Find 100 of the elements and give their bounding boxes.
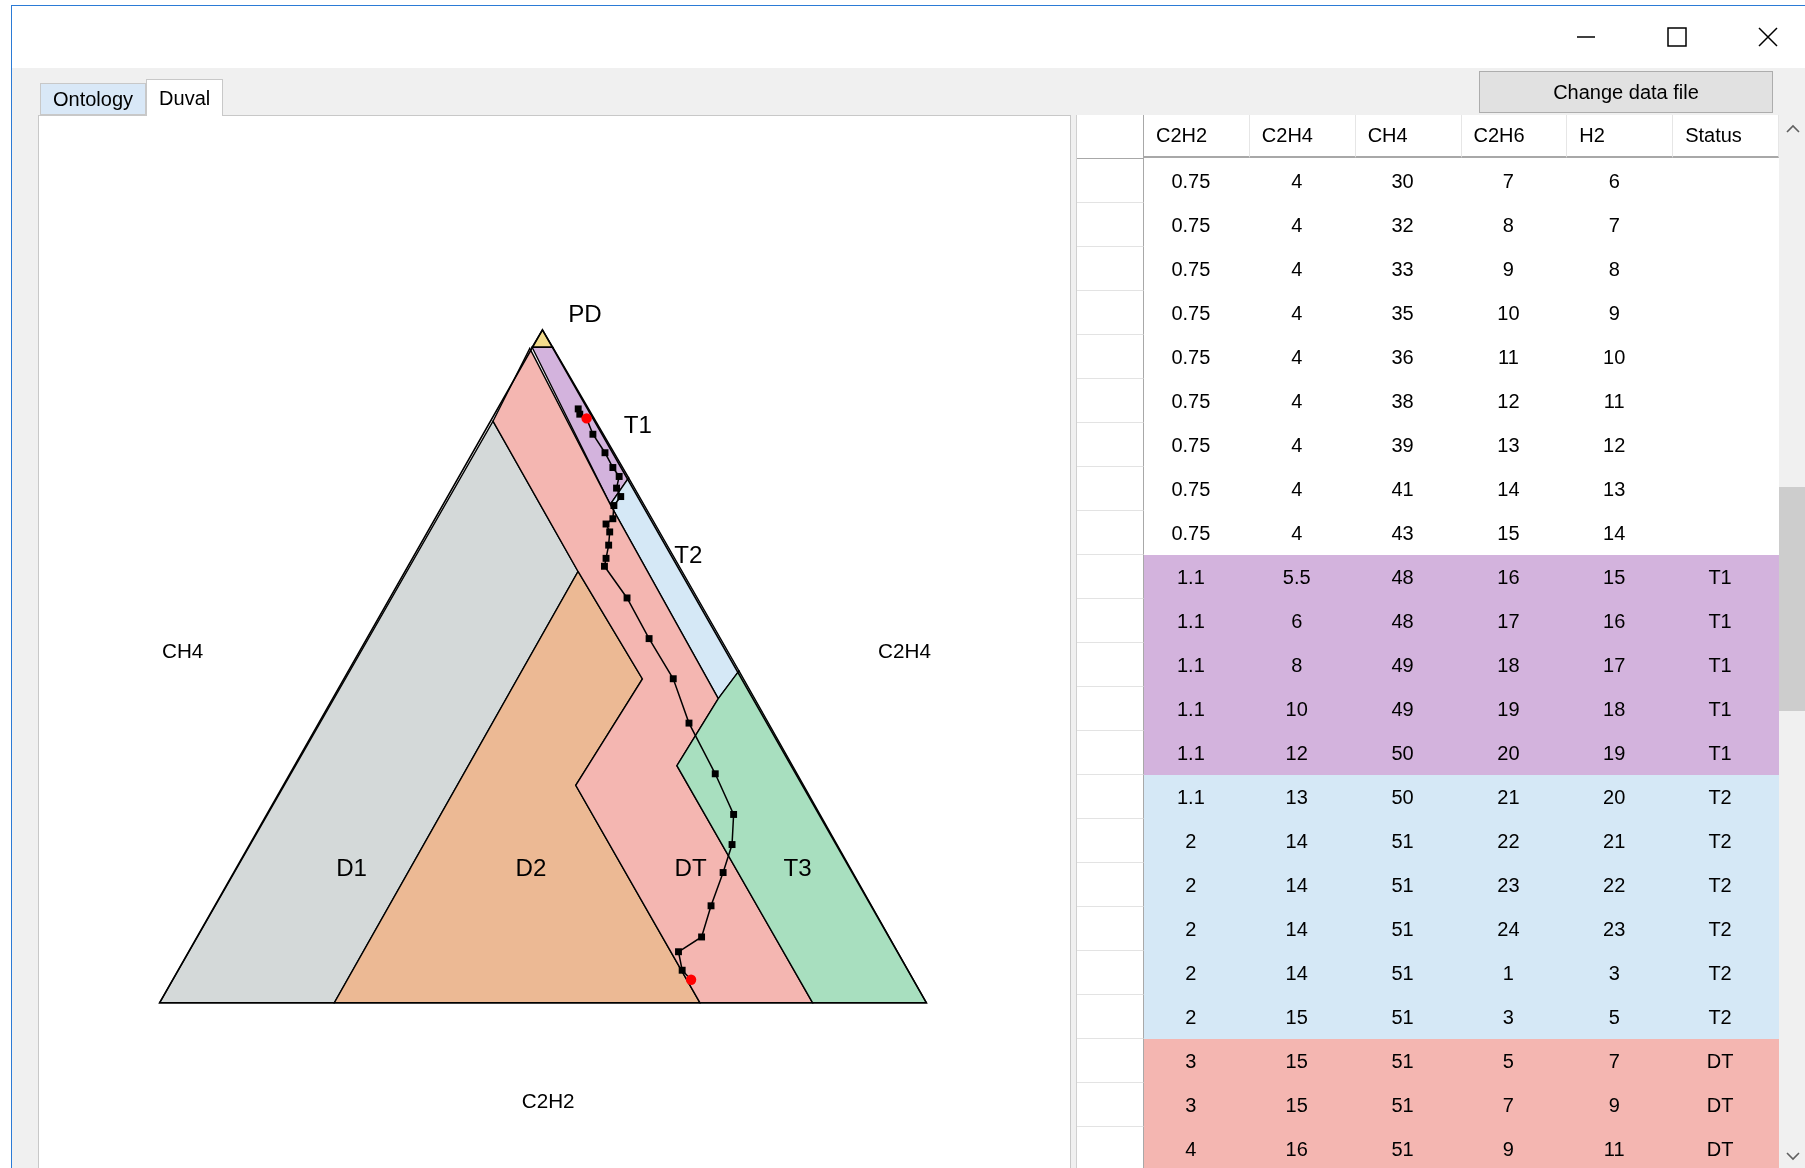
- table-cell: 1.1: [1177, 741, 1205, 765]
- status-cell: T1: [1708, 697, 1732, 721]
- row-header[interactable]: [1077, 687, 1144, 731]
- row-header[interactable]: [1077, 555, 1144, 599]
- row-header[interactable]: [1077, 863, 1144, 907]
- region-label: DT: [674, 853, 707, 881]
- scrollbar[interactable]: [1779, 115, 1805, 1168]
- table-cell: 2: [1185, 961, 1197, 985]
- table-cell: 41: [1391, 477, 1414, 501]
- table-cell: 0.75: [1171, 213, 1211, 237]
- table-cell: 8: [1291, 653, 1303, 677]
- scroll-thumb[interactable]: [1779, 487, 1805, 711]
- table-cell: 4: [1291, 389, 1303, 413]
- status-cell: T2: [1708, 785, 1732, 809]
- table-cell: 4: [1291, 433, 1303, 457]
- table-cell: 0.75: [1171, 301, 1211, 325]
- row-header[interactable]: [1077, 1083, 1144, 1127]
- row-header[interactable]: [1077, 731, 1144, 775]
- table-row[interactable]: 1.1 5.5 48 16 15 T1: [1144, 555, 1779, 599]
- row-header[interactable]: [1077, 423, 1144, 467]
- row-header[interactable]: [1077, 467, 1144, 511]
- table-cell: 1.1: [1177, 697, 1205, 721]
- row-header[interactable]: [1077, 599, 1144, 643]
- table-cell: 8: [1608, 257, 1620, 281]
- table-row[interactable]: 3 15 51 7 9 DT: [1144, 1083, 1779, 1127]
- table-cell: 9: [1502, 1137, 1514, 1161]
- table-cell: 4: [1291, 345, 1303, 369]
- table-cell: 35: [1391, 301, 1414, 325]
- row-header[interactable]: [1077, 291, 1144, 335]
- change-data-file-button[interactable]: Change data file: [1479, 71, 1773, 113]
- table-row[interactable]: 2 15 51 3 5 T2: [1144, 995, 1779, 1039]
- table-cell: 14: [1285, 961, 1308, 985]
- tab[interactable]: Ontology: [40, 83, 147, 115]
- table-row[interactable]: 1.1 8 49 18 17 T1: [1144, 643, 1779, 687]
- table-cell: 9: [1608, 1093, 1620, 1117]
- table-cell: 49: [1391, 653, 1414, 677]
- table-row[interactable]: 3 15 51 5 7 DT: [1144, 1039, 1779, 1083]
- table-cell: 12: [1285, 741, 1308, 765]
- table-cell: 43: [1391, 521, 1414, 545]
- table-cell: 10: [1603, 345, 1626, 369]
- table-cell: 11: [1603, 1137, 1625, 1161]
- table-cell: 9: [1502, 257, 1514, 281]
- table-row[interactable]: 4 16 51 9 11 DT: [1144, 1127, 1779, 1168]
- tab[interactable]: Duval: [146, 79, 224, 116]
- table-row[interactable]: 2 14 51 1 3 T2: [1144, 951, 1779, 995]
- table-cell: 49: [1391, 697, 1414, 721]
- table-row[interactable]: 1.1 12 50 20 19 T1: [1144, 731, 1779, 775]
- region-label: T3: [783, 853, 812, 881]
- table-cell: 50: [1391, 741, 1414, 765]
- table-cell: 9: [1608, 301, 1620, 325]
- table-cell: 11: [1603, 389, 1625, 413]
- table-cell: 7: [1608, 1049, 1620, 1073]
- table-row[interactable]: 2 14 51 23 22 T2: [1144, 863, 1779, 907]
- table-cell: 51: [1391, 1005, 1414, 1029]
- table-row[interactable]: 1.1 6 48 17 16 T1: [1144, 599, 1779, 643]
- table-row[interactable]: 2 14 51 22 21 T2: [1144, 819, 1779, 863]
- row-header[interactable]: [1077, 643, 1144, 687]
- table-cell: 13: [1497, 433, 1520, 457]
- status-cell: DT: [1706, 1137, 1734, 1161]
- region-label: T2: [674, 541, 703, 569]
- row-header[interactable]: [1077, 819, 1144, 863]
- table-cell: 14: [1285, 873, 1308, 897]
- row-header[interactable]: [1077, 203, 1144, 247]
- table-row[interactable]: 2 14 51 24 23 T2: [1144, 907, 1779, 951]
- table-cell: 24: [1497, 917, 1520, 941]
- table-cell: 15: [1497, 521, 1520, 545]
- table-cell: 20: [1497, 741, 1520, 765]
- region-label: T1: [623, 410, 652, 438]
- table-cell: 22: [1603, 873, 1626, 897]
- table-cell: 14: [1285, 917, 1308, 941]
- row-header[interactable]: [1077, 995, 1144, 1039]
- row-header[interactable]: [1077, 511, 1144, 555]
- row-header[interactable]: [1077, 907, 1144, 951]
- status-cell: T1: [1708, 609, 1732, 633]
- table-cell: 18: [1497, 653, 1520, 677]
- row-header[interactable]: [1077, 775, 1144, 819]
- table-cell: 7: [1608, 213, 1620, 237]
- region-label: D1: [336, 853, 368, 881]
- table-cell: 15: [1285, 1049, 1308, 1073]
- table-cell: 0.75: [1171, 257, 1211, 281]
- table-cell: 12: [1603, 433, 1626, 457]
- table-cell: 19: [1497, 697, 1520, 721]
- table-cell: 7: [1502, 1093, 1514, 1117]
- table-cell: 4: [1291, 521, 1303, 545]
- row-header[interactable]: [1077, 159, 1144, 203]
- table-row[interactable]: 1.1 10 49 19 18 T1: [1144, 687, 1779, 731]
- status-cell: T2: [1708, 961, 1732, 985]
- table-cell: 0.75: [1171, 521, 1211, 545]
- row-header[interactable]: [1077, 247, 1144, 291]
- table-cell: 51: [1391, 1049, 1414, 1073]
- table-cell: 18: [1603, 697, 1626, 721]
- row-header[interactable]: [1077, 379, 1144, 423]
- table-cell: 21: [1497, 785, 1520, 809]
- table-row[interactable]: 1.1 13 50 21 20 T2: [1144, 775, 1779, 819]
- row-header[interactable]: [1077, 951, 1144, 995]
- table-cell: 20: [1603, 785, 1626, 809]
- row-header[interactable]: [1077, 1039, 1144, 1083]
- table-cell: 1.1: [1177, 785, 1205, 809]
- table-cell: 2: [1185, 829, 1197, 853]
- row-header[interactable]: [1077, 335, 1144, 379]
